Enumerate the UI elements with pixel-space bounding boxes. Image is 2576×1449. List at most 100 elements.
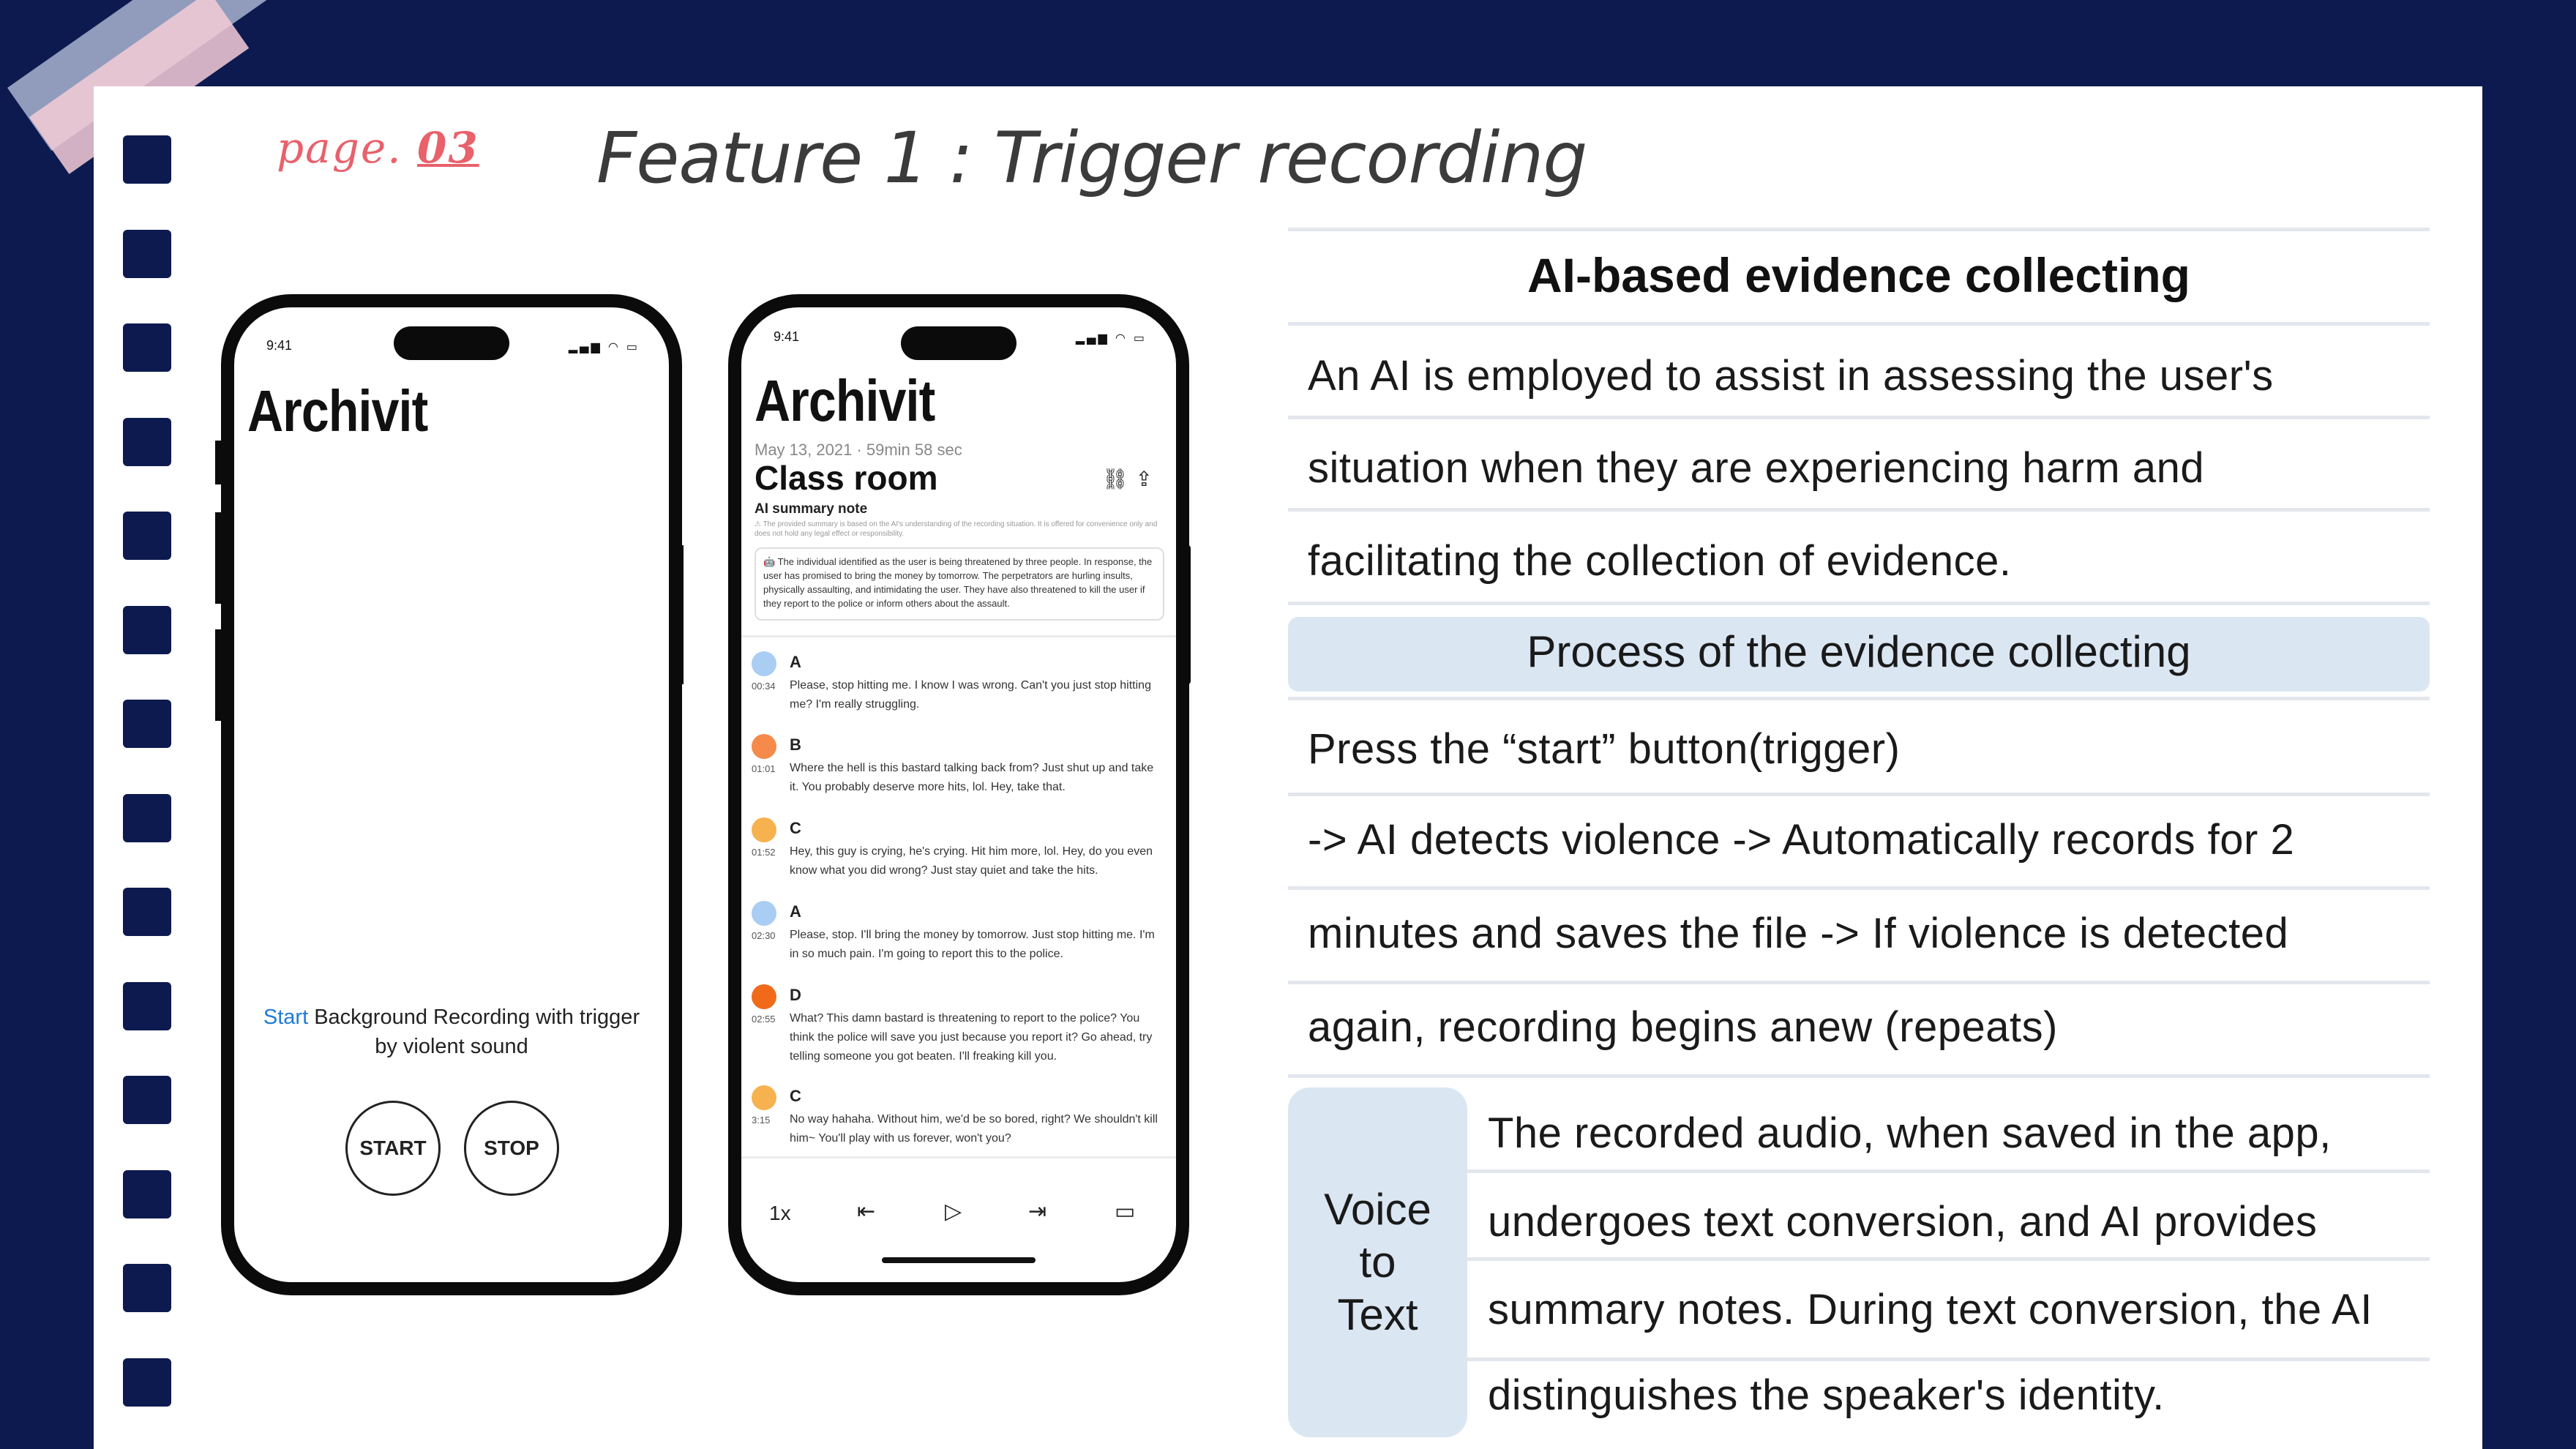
play-icon[interactable]: ▷ bbox=[945, 1199, 962, 1224]
speed-button[interactable]: 1x bbox=[769, 1202, 791, 1225]
speaker-name: A bbox=[790, 902, 801, 921]
table-rule bbox=[1288, 981, 2430, 984]
stop-button[interactable]: STOP bbox=[464, 1101, 559, 1196]
status-icons: ▂▄▆ ◠ ▭ bbox=[568, 340, 640, 353]
table-rule bbox=[1288, 793, 2430, 796]
table-rule bbox=[1288, 697, 2430, 700]
speaker-name: D bbox=[790, 986, 801, 1004]
table-rule bbox=[1288, 602, 2430, 605]
phone-side-button bbox=[215, 512, 222, 604]
start-instruction: Start Background Recording with trigger … bbox=[234, 1003, 669, 1061]
binder-hole bbox=[123, 1076, 171, 1124]
binder-hole bbox=[123, 700, 171, 748]
recording-title: Class room bbox=[755, 459, 938, 497]
divider bbox=[741, 635, 1176, 637]
section-heading-ai: AI-based evidence collecting bbox=[1527, 248, 2190, 302]
binder-hole bbox=[123, 417, 171, 466]
speaker-name: B bbox=[790, 735, 801, 754]
process-line: minutes and saves the file -> If violenc… bbox=[1308, 910, 2289, 957]
start-instruction-line1: Background Recording with trigger bbox=[308, 1006, 640, 1029]
table-rule bbox=[1288, 416, 2430, 419]
link-icon[interactable]: ⛓ bbox=[1102, 467, 1136, 491]
table-rule bbox=[1288, 1074, 2430, 1078]
page-prefix: page. bbox=[277, 123, 402, 173]
timestamp[interactable]: 02:30 bbox=[752, 930, 776, 941]
process-line: Press the “start” button(trigger) bbox=[1308, 725, 1901, 773]
speaker-avatar bbox=[752, 1085, 776, 1110]
start-link[interactable]: Start bbox=[263, 1006, 308, 1029]
speaker-avatar bbox=[752, 817, 776, 842]
binder-hole bbox=[123, 323, 171, 372]
app-title: Archivit bbox=[755, 368, 935, 433]
page-title: Feature 1 : Trigger recording bbox=[596, 117, 1587, 199]
voice-to-text-line: undergoes text conversion, and AI provid… bbox=[1488, 1198, 2318, 1246]
table-rule bbox=[1288, 508, 2430, 512]
summary-title: AI summary note bbox=[755, 501, 868, 517]
table-rule bbox=[1467, 1358, 2430, 1361]
recording-date: May 13, 2021 · 59min 58 sec bbox=[755, 441, 962, 459]
binder-hole bbox=[123, 1264, 171, 1312]
phone-side-button bbox=[215, 441, 222, 484]
table-rule bbox=[1288, 886, 2430, 890]
summary-disclaimer: ⚠ The provided summary is based on the A… bbox=[755, 520, 1158, 538]
table-rule bbox=[1467, 1257, 2430, 1261]
speaker-avatar bbox=[752, 984, 776, 1009]
transcript-text: Hey, this guy is crying, he's crying. Hi… bbox=[790, 845, 1153, 877]
phone-mockup-transcript: 9:41 ▂▄▆ ◠ ▭ Archivit May 13, 2021 · 59m… bbox=[728, 294, 1189, 1295]
summary-note: 🤖 The individual identified as the user … bbox=[755, 547, 1164, 621]
timestamp[interactable]: 00:34 bbox=[752, 681, 776, 692]
table-rule bbox=[1467, 1169, 2430, 1173]
transcript-text: Where the hell is this bastard talking b… bbox=[790, 762, 1154, 793]
binder-hole bbox=[123, 1358, 171, 1407]
binder-hole bbox=[123, 1169, 171, 1218]
home-indicator bbox=[882, 1257, 1036, 1263]
voice-to-text-line: summary notes. During text conversion, t… bbox=[1488, 1286, 2373, 1333]
process-line: -> AI detects violence -> Automatically … bbox=[1308, 816, 2295, 864]
binder-hole bbox=[123, 135, 171, 184]
speaker-name: C bbox=[790, 819, 801, 837]
share-icon[interactable]: ⇪ bbox=[1136, 467, 1160, 491]
speaker-avatar bbox=[752, 651, 776, 676]
status-time: 9:41 bbox=[266, 338, 293, 353]
timestamp[interactable]: 3:15 bbox=[752, 1115, 770, 1126]
start-instruction-line2: by violent sound bbox=[375, 1035, 528, 1058]
page-number-value: 03 bbox=[417, 123, 479, 173]
speaker-name: A bbox=[790, 653, 801, 671]
binder-hole bbox=[123, 981, 171, 1030]
binder-hole bbox=[123, 229, 171, 278]
timestamp[interactable]: 01:01 bbox=[752, 763, 776, 774]
start-button[interactable]: START bbox=[345, 1101, 441, 1196]
voice-to-text-line: distinguishes the speaker's identity. bbox=[1488, 1371, 2165, 1419]
binder-hole bbox=[123, 512, 171, 560]
phone-side-button bbox=[215, 629, 222, 721]
phone-side-button bbox=[676, 545, 684, 684]
status-time: 9:41 bbox=[774, 329, 800, 344]
status-icons: ▂▄▆ ◠ ▭ bbox=[1075, 331, 1147, 345]
speaker-name: C bbox=[790, 1087, 801, 1105]
skip-back-icon[interactable]: ⇤ bbox=[857, 1199, 875, 1224]
transcript-text: Please, stop. I'll bring the money by to… bbox=[790, 929, 1155, 960]
share-icons[interactable]: ⛓⇪ bbox=[1102, 467, 1160, 491]
comment-icon[interactable]: ▭ bbox=[1115, 1199, 1135, 1224]
intro-line: An AI is employed to assist in assessing… bbox=[1308, 352, 2274, 400]
binder-hole bbox=[123, 605, 171, 654]
binder-hole bbox=[123, 793, 171, 842]
intro-line: situation when they are experiencing har… bbox=[1308, 444, 2205, 492]
phone-mockup-record: 9:41 ▂▄▆ ◠ ▭ Archivit Start Background R… bbox=[221, 294, 682, 1295]
voice-to-text-line: The recorded audio, when saved in the ap… bbox=[1488, 1109, 2332, 1157]
speaker-avatar bbox=[752, 901, 776, 926]
phone-side-button bbox=[1183, 545, 1191, 684]
binder-hole bbox=[123, 888, 171, 936]
dynamic-island bbox=[394, 326, 509, 360]
timestamp[interactable]: 01:52 bbox=[752, 847, 776, 858]
divider bbox=[741, 1156, 1176, 1158]
transcript-text: No way hahaha. Without him, we'd be so b… bbox=[790, 1113, 1158, 1145]
skip-forward-icon[interactable]: ⇥ bbox=[1028, 1199, 1046, 1224]
app-title: Archivit bbox=[247, 378, 428, 443]
voice-to-text-label-text: Voice to Text bbox=[1324, 1185, 1431, 1339]
dynamic-island bbox=[901, 326, 1016, 360]
table-rule bbox=[1288, 228, 2430, 231]
transcript-text: What? This damn bastard is threatening t… bbox=[790, 1012, 1153, 1063]
timestamp[interactable]: 02:55 bbox=[752, 1014, 776, 1025]
voice-to-text-label: Voice to Text bbox=[1288, 1087, 1467, 1437]
